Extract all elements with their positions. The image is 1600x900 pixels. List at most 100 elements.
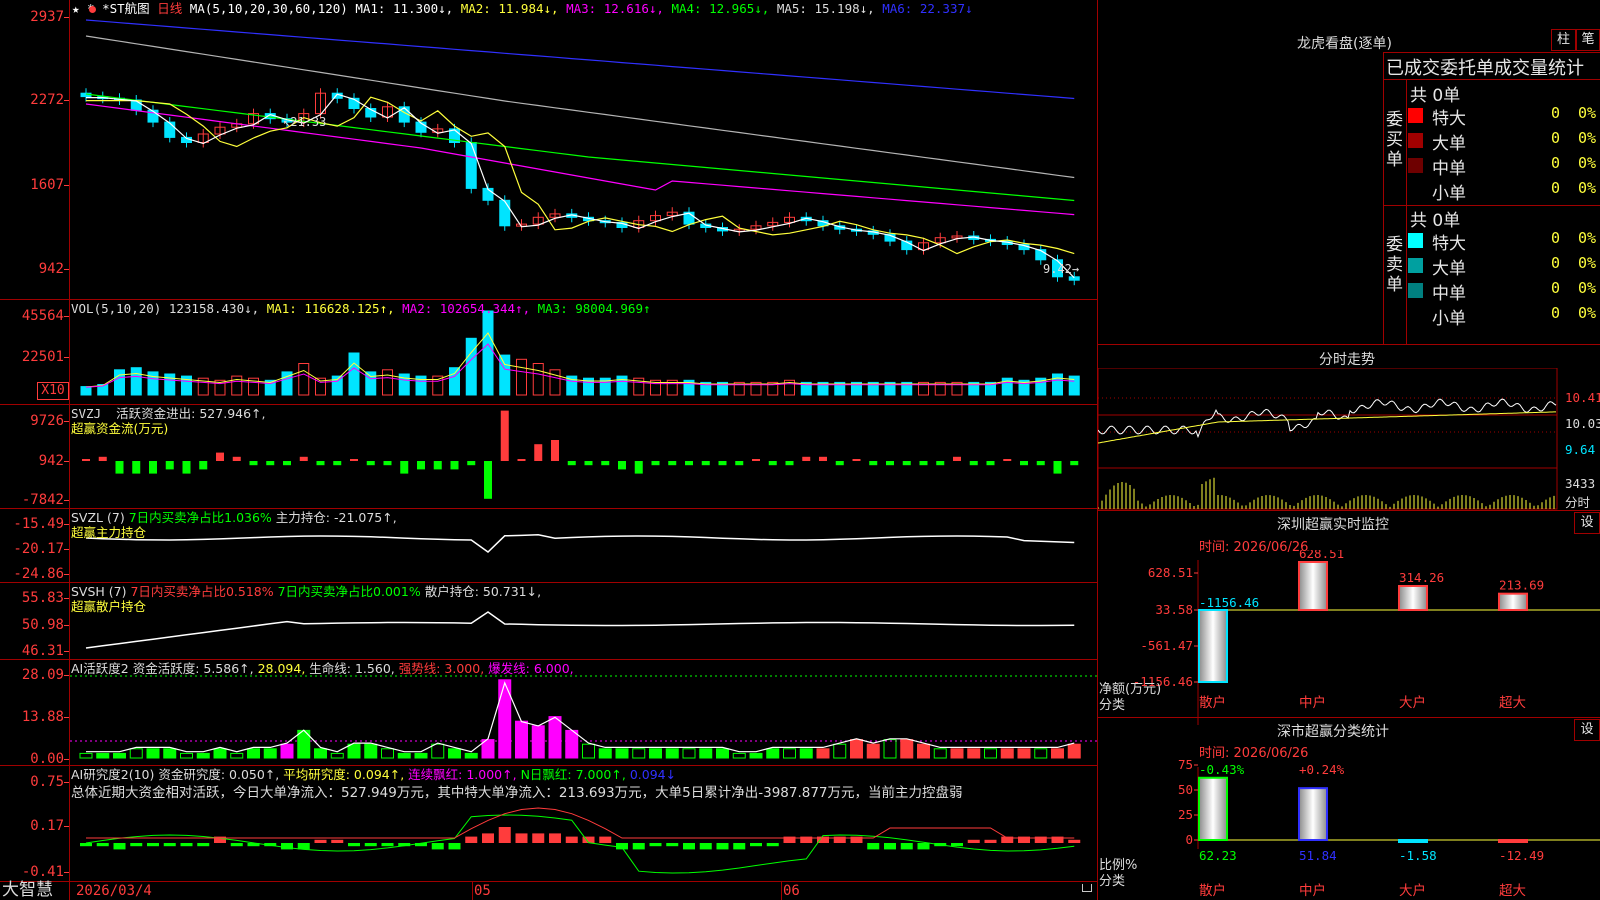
ai1-lifeline: 生命线: 1.560, <box>309 661 395 676</box>
monitor-settings-button[interactable]: 设 <box>1574 512 1600 534</box>
ai2-bar <box>549 833 561 843</box>
chart-bar <box>1498 839 1528 843</box>
ai2-bar <box>230 843 243 847</box>
lock-icon[interactable] <box>1082 884 1092 892</box>
row-percent: 0% <box>1578 179 1597 197</box>
svzj-yaxis-label: -7842 <box>21 492 64 508</box>
svsh-position: 散户持仓: 50.731↓, <box>424 584 542 599</box>
vol-yaxis-label: 45564 <box>21 308 64 324</box>
ai1-bar <box>632 748 646 759</box>
stock-code[interactable]: *ST航图 <box>102 1 150 16</box>
ai2-bar <box>716 843 729 850</box>
ma3-value: MA3: 12.616↓, <box>566 1 664 16</box>
svzj-bar <box>551 440 559 461</box>
classify-title: 深市超赢分类统计 <box>1277 724 1389 740</box>
longhu-row-中单: 中单 0 0% <box>1408 279 1600 304</box>
ai2-bar <box>130 843 143 847</box>
svzj-bar <box>366 461 375 466</box>
chart-ylabel: 净额(万元) <box>1099 682 1161 697</box>
longhu-row-小单: 小单 0 0% <box>1408 304 1600 329</box>
vol-ytick <box>64 316 69 317</box>
sell-side-label: 委卖单 <box>1386 235 1403 295</box>
ai1-bar <box>79 752 93 759</box>
svzj-bar <box>484 461 492 499</box>
ai2-bar <box>96 843 109 847</box>
row-count: 0 <box>1550 129 1560 147</box>
ai2-bar <box>666 843 679 847</box>
ai2-bar <box>364 843 377 847</box>
ai2-bar <box>465 836 478 843</box>
svzj-bar <box>316 461 325 466</box>
chart-change-label: +0.24% <box>1299 762 1345 777</box>
svzl-yaxis-label: -20.17 <box>13 541 64 557</box>
ai1-bar <box>883 739 897 759</box>
intraday-title: 分时走势 <box>1319 352 1375 368</box>
chart-ytick-label: 75 <box>1178 757 1193 772</box>
svzl-ytick <box>64 549 69 550</box>
longhu-tab[interactable]: 已成交委托单成交量统计 <box>1386 54 1584 80</box>
tick-view-button[interactable]: 笔 <box>1576 29 1600 51</box>
svzj-bar <box>735 461 744 466</box>
svsh-yaxis-label: 55.83 <box>21 590 64 606</box>
ai2-bar <box>951 843 963 847</box>
ai2-bar <box>884 843 896 850</box>
chart-ytick-label: -561.47 <box>1140 638 1193 653</box>
ai2-ytick <box>64 782 69 783</box>
period-label[interactable]: 日线 <box>157 1 182 16</box>
color-swatch <box>1408 233 1423 248</box>
svzj-bar <box>1070 461 1079 466</box>
svsh-name: SVSH (7) <box>71 584 127 599</box>
longhu-row-大单: 大单 0 0% <box>1408 254 1600 279</box>
vol-ma2: MA2: 102654.344↑, <box>402 301 531 316</box>
volume-bar <box>80 386 92 396</box>
svzj-subtitle: 超赢资金流(万元) <box>71 421 169 436</box>
chart-ytick-label: 25 <box>1178 807 1193 822</box>
svzj-bar <box>919 461 928 466</box>
svzj-bar <box>132 461 141 474</box>
svsh-yaxis-label: 50.98 <box>21 617 64 633</box>
ai1-yaxis-label: 0.00 <box>30 751 64 767</box>
svzj-bar <box>534 444 543 461</box>
intraday-chart[interactable] <box>1098 368 1558 510</box>
svzj-bar <box>1036 461 1045 466</box>
ai1-bar <box>615 748 629 759</box>
chart-category-label: 中户 <box>1299 694 1326 711</box>
candle <box>164 121 176 138</box>
ai1-bar <box>196 752 210 759</box>
chart-category-label: 大户 <box>1399 694 1426 711</box>
ai2-yaxis-label: -0.41 <box>21 864 64 880</box>
ai2-bar <box>616 843 628 850</box>
vol-value: 123158.430↓, <box>168 301 260 316</box>
xaxis-tick <box>781 881 782 900</box>
classify-settings-button[interactable]: 设 <box>1574 719 1600 741</box>
svzj-bar <box>149 461 157 474</box>
bar-view-button[interactable]: 柱 <box>1551 29 1576 51</box>
svzj-bar <box>651 461 660 466</box>
row-label: 中单 <box>1432 284 1466 304</box>
volume-bar <box>348 352 360 396</box>
volume-bar <box>365 371 377 396</box>
row-label: 小单 <box>1432 184 1466 204</box>
ai1-strong: 强势线: 3.000, <box>398 661 485 676</box>
ai1-bar <box>1000 748 1014 759</box>
info-dot-icon[interactable] <box>89 6 96 13</box>
row-count: 0 <box>1550 154 1560 172</box>
ai2-bar <box>750 843 762 847</box>
intraday-y-high: 10.41 <box>1565 390 1600 405</box>
vol-unit: X10 <box>37 382 69 400</box>
stock-chart-canvas[interactable] <box>0 0 1097 900</box>
ai2-bar <box>482 833 494 843</box>
svsh-subtitle: 超赢散户持仓 <box>71 599 147 614</box>
ai1-bar <box>113 752 126 759</box>
ai2-bar <box>180 843 193 847</box>
volume-bar <box>114 369 125 396</box>
ai2-bar <box>632 843 645 850</box>
ai2-bar <box>1068 839 1081 843</box>
ai2-name: AI研究度2(10) <box>71 767 155 782</box>
ai2-bar <box>431 843 444 850</box>
svzj-bar <box>668 461 677 466</box>
volume-bar <box>164 373 176 396</box>
ai1-bar <box>582 743 595 759</box>
ai1-bar <box>799 748 813 759</box>
ai1-ytick <box>64 759 69 760</box>
